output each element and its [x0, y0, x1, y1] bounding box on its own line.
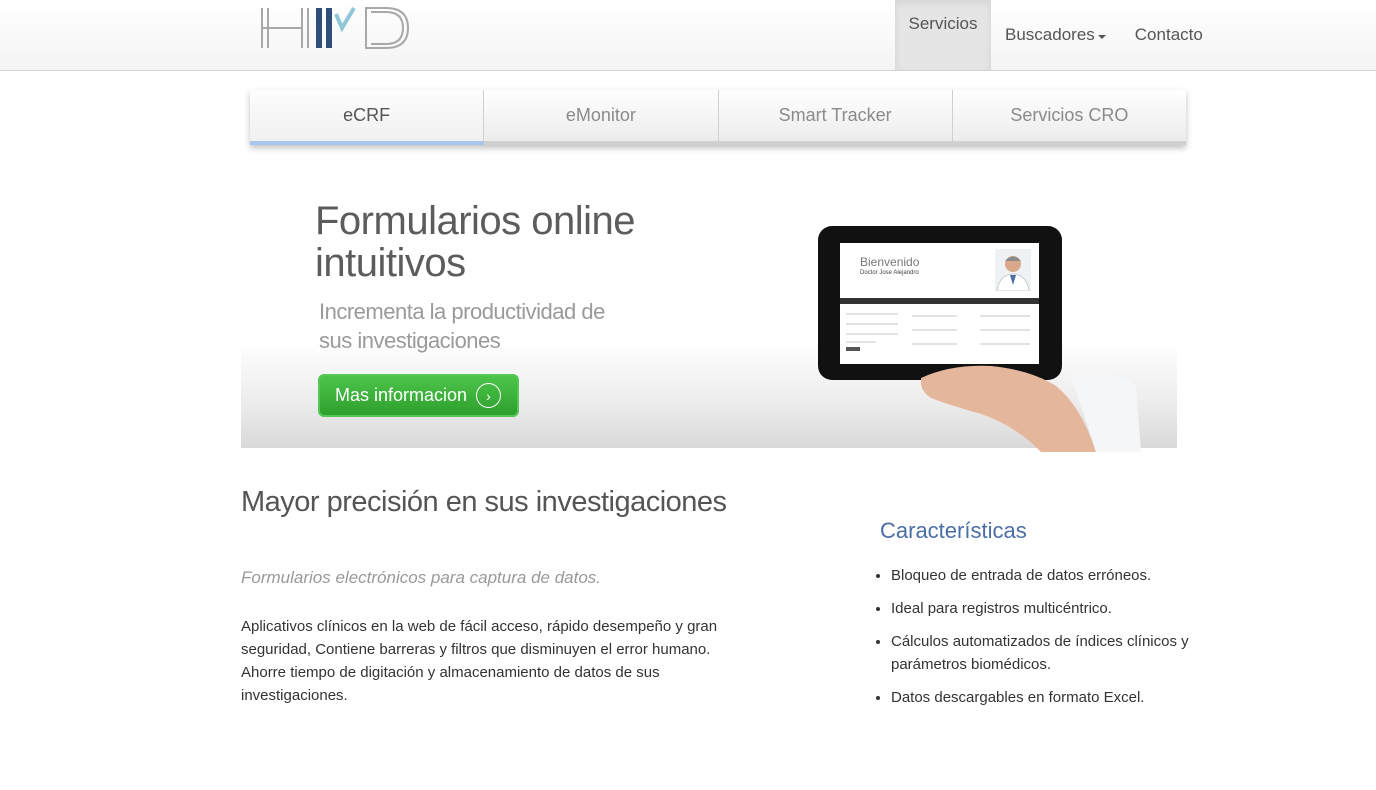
form-submit	[846, 347, 860, 351]
form-line	[912, 343, 957, 345]
form-line	[980, 329, 1030, 331]
doctor-photo	[995, 249, 1031, 291]
section-title: Mayor precisión en sus investigaciones	[241, 486, 727, 518]
tablet-doctor-name: Doctor Jose Alejandro	[860, 270, 919, 276]
hmd-logo[interactable]	[258, 4, 412, 52]
nav-contacto[interactable]: Contacto	[1120, 0, 1218, 70]
caret-down-icon	[1097, 34, 1106, 39]
more-info-button[interactable]: Mas informacion ›	[318, 374, 519, 417]
list-item: Bloqueo de entrada de datos erróneos.	[891, 564, 1191, 587]
tablet-screen: Bienvenido Doctor Jose Alejandro	[840, 243, 1039, 364]
product-tabs: eCRF eMonitor Smart Tracker Servicios CR…	[250, 90, 1186, 145]
chevron-right-icon: ›	[476, 383, 501, 408]
features-list: Bloqueo de entrada de datos erróneos. Id…	[891, 564, 1191, 719]
nav-buscadores-label: Buscadores	[1005, 25, 1095, 44]
lead-text: Formularios electrónicos para captura de…	[241, 568, 602, 587]
form-line	[846, 323, 898, 325]
hero-subtitle: Incrementa la productividad de sus inves…	[319, 299, 605, 353]
list-item: Datos descargables en formato Excel.	[891, 686, 1191, 709]
form-line	[912, 329, 957, 331]
form-line	[980, 315, 1030, 317]
features-title: Características	[880, 518, 1027, 543]
more-info-label: Mas informacion	[335, 385, 468, 405]
form-line	[846, 313, 898, 315]
form-line	[980, 343, 1030, 345]
body-text: Aplicativos clínicos en la web de fácil …	[241, 618, 718, 704]
tab-ecrf[interactable]: eCRF	[250, 90, 485, 145]
hand-illustration	[921, 365, 1141, 452]
hero-title: Formularios online intuitivos	[315, 199, 636, 285]
tablet-menu-bar	[840, 298, 1039, 304]
list-item: Ideal para registros multicéntrico.	[891, 597, 1191, 620]
tab-servicios-cro[interactable]: Servicios CRO	[952, 90, 1186, 145]
navbar: Servicios Buscadores Contacto	[0, 0, 1376, 71]
hero-banner: Formularios online intuitivos Incrementa…	[241, 168, 1177, 452]
tab-smart-tracker[interactable]: Smart Tracker	[718, 90, 953, 145]
nav-servicios[interactable]: Servicios	[895, 0, 991, 70]
form-line	[846, 341, 876, 343]
nav-buscadores[interactable]: Buscadores	[991, 0, 1120, 70]
tablet-welcome-text: Bienvenido	[860, 255, 920, 269]
main-nav: Servicios Buscadores Contacto	[895, 0, 1218, 70]
form-line	[846, 333, 898, 335]
tab-emonitor[interactable]: eMonitor	[484, 90, 719, 145]
list-item: Cálculos automatizados de índices clínic…	[891, 630, 1191, 676]
form-line	[912, 315, 957, 317]
